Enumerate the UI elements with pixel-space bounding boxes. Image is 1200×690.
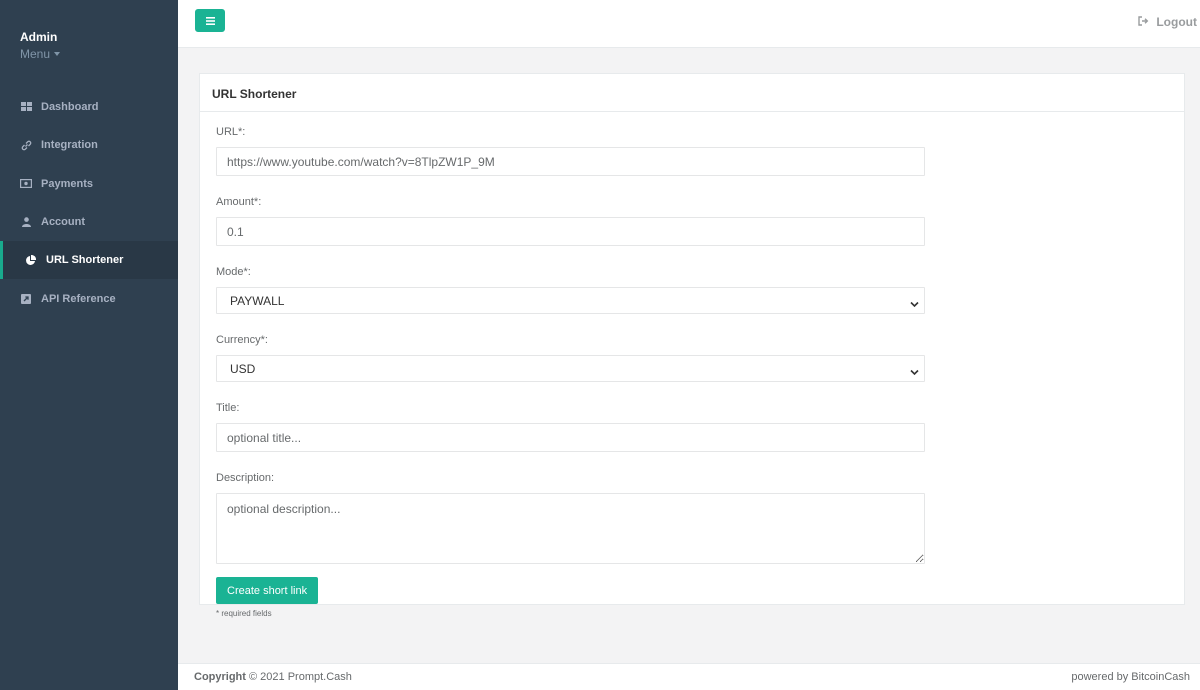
profile-menu-dropdown[interactable]: Menu xyxy=(20,47,61,61)
panel-title: URL Shortener xyxy=(200,74,1184,112)
user-icon xyxy=(19,216,33,228)
sidebar-item-label: Integration xyxy=(41,139,98,152)
title-input[interactable] xyxy=(216,423,925,452)
hamburger-icon xyxy=(205,13,215,28)
url-input[interactable] xyxy=(216,147,925,176)
description-textarea[interactable] xyxy=(216,493,925,564)
profile-block: Admin Menu xyxy=(0,0,178,88)
menu-toggle-button[interactable] xyxy=(195,9,225,32)
logout-label: Logout xyxy=(1156,15,1197,29)
sidebar-item-payments[interactable]: Payments xyxy=(0,165,178,203)
sidebar-nav: Dashboard Integration Payments Account U… xyxy=(0,88,178,318)
mode-label: Mode*: xyxy=(216,266,251,278)
main-content: URL Shortener URL*: Amount*: Mode*: PAYW… xyxy=(178,48,1200,663)
sidebar-item-label: API Reference xyxy=(41,292,116,305)
sidebar-item-label: Payments xyxy=(41,177,93,190)
sidebar-item-url-shortener[interactable]: URL Shortener xyxy=(0,241,178,280)
link-icon xyxy=(19,139,33,151)
footer: Copyright © 2021 Prompt.Cash powered by … xyxy=(178,663,1200,690)
profile-menu-label: Menu xyxy=(20,47,51,61)
url-shortener-panel: URL Shortener URL*: Amount*: Mode*: PAYW… xyxy=(199,73,1185,618)
money-icon xyxy=(19,178,33,190)
sidebar-item-dashboard[interactable]: Dashboard xyxy=(0,88,178,126)
currency-label: Currency*: xyxy=(216,334,268,346)
profile-name: Admin xyxy=(20,30,58,44)
copyright-text: © 2021 Prompt.Cash xyxy=(249,671,352,683)
mode-select[interactable]: PAYWALL xyxy=(216,287,925,314)
currency-select[interactable]: USD xyxy=(216,355,925,382)
sidebar-item-api-reference[interactable]: API Reference xyxy=(0,279,178,317)
amount-label: Amount*: xyxy=(216,196,262,208)
powered-by: powered by BitcoinCash xyxy=(1071,671,1190,683)
url-shortener-form: URL*: Amount*: Mode*: PAYWALL xyxy=(200,112,1184,618)
caret-down-icon xyxy=(54,52,61,56)
top-navbar: Logout xyxy=(178,0,1200,48)
create-short-link-button[interactable]: Create short link xyxy=(216,577,319,604)
title-label: Title: xyxy=(216,402,240,414)
url-label: URL*: xyxy=(216,126,246,138)
copyright: Copyright © 2021 Prompt.Cash xyxy=(194,671,352,683)
sidebar: Admin Menu Dashboard Integration Payment… xyxy=(0,0,178,690)
amount-input[interactable] xyxy=(216,217,925,246)
sidebar-item-account[interactable]: Account xyxy=(0,203,178,241)
logout-link[interactable]: Logout xyxy=(1138,15,1197,29)
sign-out-icon xyxy=(1138,15,1149,29)
description-label: Description: xyxy=(216,472,275,484)
sidebar-item-label: URL Shortener xyxy=(46,254,124,267)
sidebar-item-label: Dashboard xyxy=(41,101,99,114)
copyright-label: Copyright xyxy=(194,671,246,683)
required-fields-note: * required fields xyxy=(216,609,272,618)
external-link-icon xyxy=(19,293,33,305)
sidebar-item-label: Account xyxy=(41,216,85,229)
pie-chart-icon xyxy=(23,254,37,266)
grid-icon xyxy=(19,101,33,113)
sidebar-item-integration[interactable]: Integration xyxy=(0,126,178,164)
